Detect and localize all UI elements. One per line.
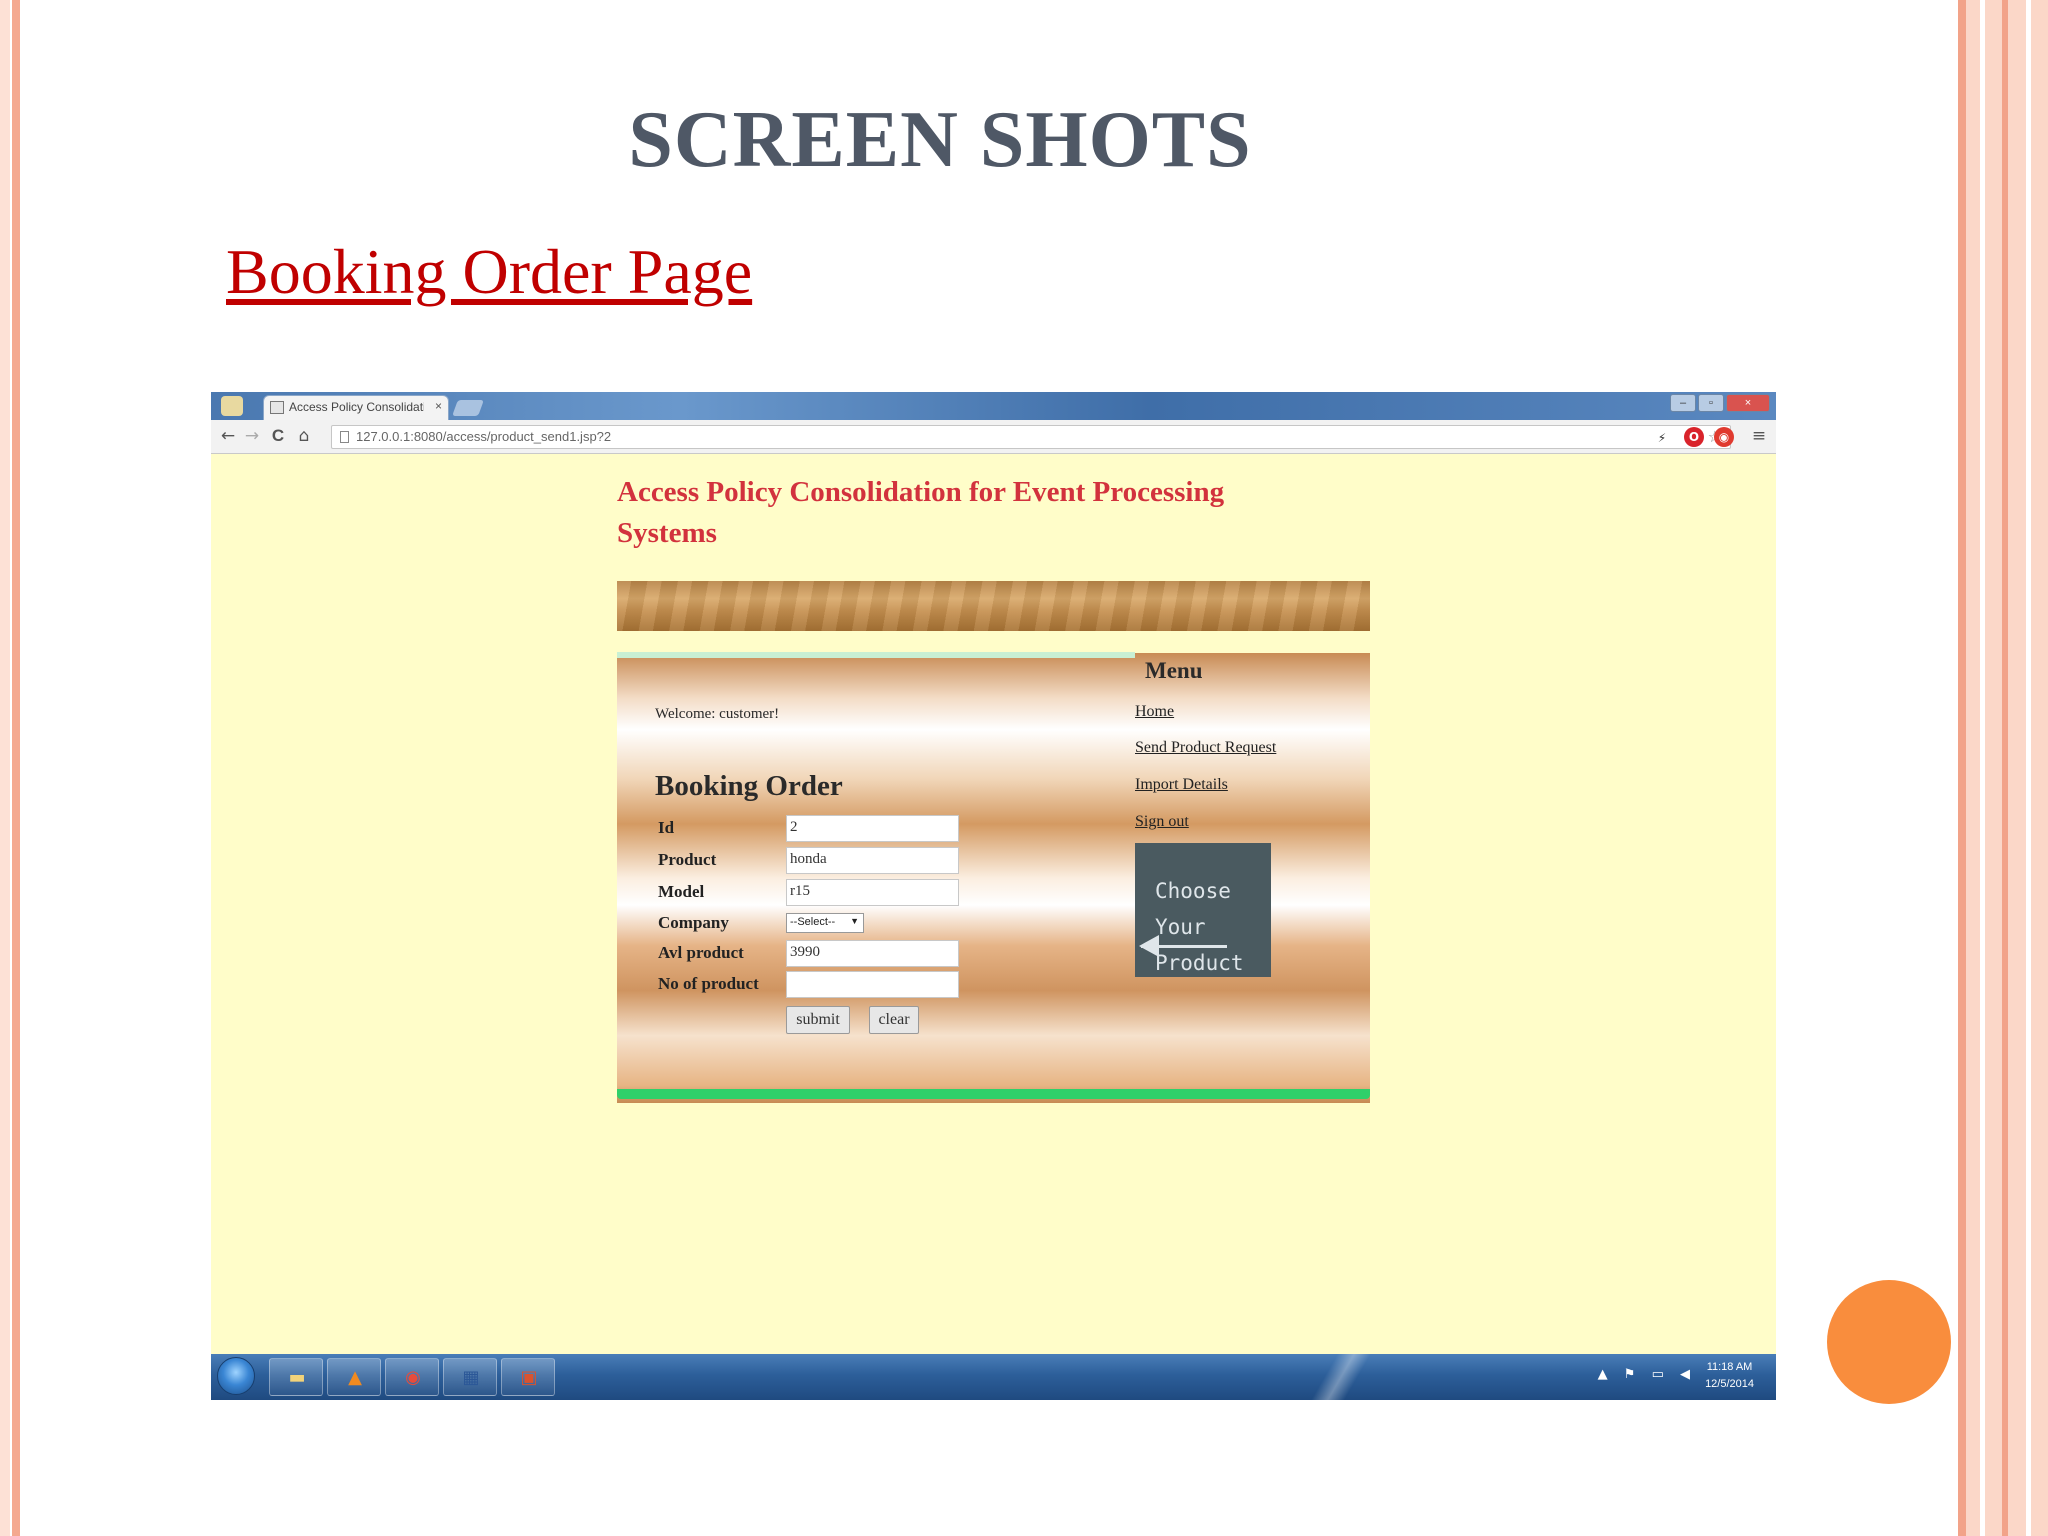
welcome-text: Welcome: customer!: [655, 706, 780, 722]
taskbar-clock[interactable]: 11:18 AM 12/5/2014: [1705, 1359, 1754, 1393]
taskbar-explorer-button[interactable]: ▬: [269, 1358, 323, 1396]
panel-bottom-border: [617, 1089, 1370, 1099]
address-bar[interactable]: 127.0.0.1:8080/access/product_send1.jsp?…: [331, 425, 1731, 449]
clear-button[interactable]: clear: [869, 1006, 919, 1034]
browser-toolbar: ← → C ⌂ 127.0.0.1:8080/access/product_se…: [211, 420, 1776, 454]
slide-subtitle: Booking Order Page: [226, 236, 753, 307]
slide-title: SCREEN SHOTS: [628, 96, 1252, 184]
model-label: Model: [658, 882, 705, 901]
id-label: Id: [658, 818, 675, 837]
dropdown-arrow-icon: ▼: [850, 916, 859, 926]
product-label: Product: [658, 850, 717, 869]
avl-product-field[interactable]: 3990: [786, 940, 959, 967]
page-icon: [340, 431, 349, 443]
promo-text: Choose Your Product: [1155, 879, 1244, 975]
browser-menu-icon[interactable]: ≡: [1748, 425, 1770, 447]
browser-titlebar: Access Policy Consolidati × – ▫ ×: [211, 392, 1776, 420]
adblock-extension-icon[interactable]: ◉: [1714, 427, 1734, 447]
back-icon[interactable]: ←: [217, 425, 239, 447]
browser-profile-icon: [221, 396, 243, 416]
chrome-icon: ◉: [405, 1367, 421, 1388]
choose-product-banner: Choose Your Product: [1135, 843, 1271, 977]
menu-link-home[interactable]: Home: [1135, 703, 1174, 721]
id-field[interactable]: 2: [786, 815, 959, 842]
taskbar-word-button[interactable]: ▦: [443, 1358, 497, 1396]
opera-extension-icon[interactable]: O: [1684, 427, 1704, 447]
word-document-icon: ▦: [462, 1367, 480, 1388]
arrowhead-icon: [1139, 935, 1159, 957]
taskbar-vlc-button[interactable]: ▲: [327, 1358, 381, 1396]
panel-top-border: [617, 652, 1135, 658]
close-window-button[interactable]: ×: [1726, 394, 1770, 412]
page-favicon-icon: [270, 401, 284, 414]
menu-link-sign-out[interactable]: Sign out: [1135, 813, 1189, 831]
windows-taskbar: ▬ ▲ ◉ ▦ ▣ ▲ ⚑ ▭ ◀ 11:18 AM 12/5/2014: [211, 1354, 1776, 1400]
menu-link-send-product-request[interactable]: Send Product Request: [1135, 739, 1276, 757]
clock-time: 11:18 AM: [1706, 1361, 1753, 1373]
maximize-button[interactable]: ▫: [1698, 394, 1724, 412]
company-select-value: --Select--: [790, 916, 836, 928]
product-field[interactable]: honda: [786, 847, 959, 874]
no-of-product-field[interactable]: [786, 971, 959, 998]
submit-button[interactable]: submit: [786, 1006, 850, 1034]
slide-right-stripe: [1958, 0, 1966, 1536]
company-label: Company: [658, 913, 729, 932]
minimize-button[interactable]: –: [1670, 394, 1696, 412]
slide-right-stripe: [2002, 0, 2008, 1536]
reload-icon[interactable]: C: [267, 425, 289, 447]
forward-icon[interactable]: →: [241, 425, 263, 447]
avl-product-label: Avl product: [658, 943, 744, 962]
home-icon[interactable]: ⌂: [293, 425, 315, 447]
taskbar-powerpoint-button[interactable]: ▣: [501, 1358, 555, 1396]
url-text: 127.0.0.1:8080/access/product_send1.jsp?…: [356, 429, 612, 444]
clock-date: 12/5/2014: [1705, 1378, 1754, 1390]
slide-left-border-accent: [12, 0, 20, 1536]
browser-screenshot: Access Policy Consolidati × – ▫ × ← → C …: [211, 392, 1776, 1400]
no-of-product-label: No of product: [658, 974, 759, 993]
company-select[interactable]: --Select-- ▼: [786, 913, 864, 933]
vlc-cone-icon: ▲: [348, 1367, 362, 1388]
taskbar-chrome-button[interactable]: ◉: [385, 1358, 439, 1396]
orange-circle-decoration: [1827, 1280, 1951, 1404]
menu-link-import-details[interactable]: Import Details: [1135, 776, 1228, 794]
tab-close-icon[interactable]: ×: [435, 399, 442, 413]
form-title: Booking Order: [655, 770, 843, 802]
model-field[interactable]: r15: [786, 879, 959, 906]
slide-right-stripe: [2026, 0, 2031, 1536]
folder-icon: ▬: [288, 1367, 306, 1388]
window-controls: – ▫ ×: [1670, 394, 1770, 412]
powerpoint-icon: ▣: [520, 1367, 538, 1388]
extension-icon[interactable]: ⚡: [1652, 428, 1672, 448]
system-tray-icons[interactable]: ▲ ⚑ ▭ ◀: [1598, 1367, 1696, 1382]
slide-right-stripe: [1980, 0, 1985, 1536]
menu-title: Menu: [1145, 658, 1203, 683]
new-tab-button[interactable]: [452, 400, 484, 416]
browser-tab[interactable]: Access Policy Consolidati ×: [263, 395, 449, 420]
app-title: Access Policy Consolidation for Event Pr…: [617, 476, 1225, 549]
wood-banner: [617, 581, 1370, 631]
start-button[interactable]: [217, 1357, 255, 1395]
tab-title: Access Policy Consolidati: [289, 400, 424, 414]
slide-left-border: [0, 0, 10, 1536]
